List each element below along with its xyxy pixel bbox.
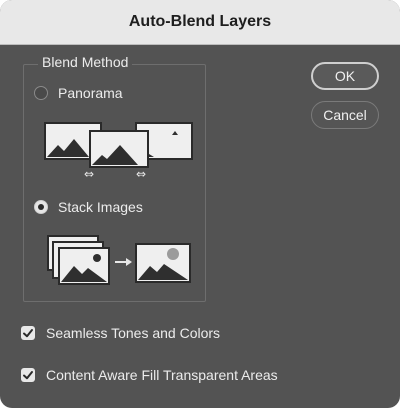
- stack-images-radio-button[interactable]: [34, 200, 48, 214]
- content-aware-fill-label: Content Aware Fill Transparent Areas: [46, 367, 278, 383]
- dialog-titlebar[interactable]: Auto-Blend Layers: [0, 0, 400, 45]
- content-aware-fill-option[interactable]: Content Aware Fill Transparent Areas: [21, 367, 278, 383]
- horizontal-arrow-icon: ⇔: [136, 167, 146, 181]
- seamless-tones-option[interactable]: Seamless Tones and Colors: [21, 325, 220, 341]
- checkmark-icon: [23, 371, 33, 380]
- panorama-label: Panorama: [58, 85, 123, 101]
- stack-images-radio-option[interactable]: Stack Images: [34, 199, 143, 215]
- ok-button[interactable]: OK: [311, 62, 379, 90]
- panorama-radio-option[interactable]: Panorama: [34, 85, 123, 101]
- horizontal-arrow-icon: ⇔: [84, 167, 94, 181]
- stack-images-illustration: [47, 235, 191, 285]
- cancel-button[interactable]: Cancel: [311, 101, 379, 129]
- dialog-title: Auto-Blend Layers: [128, 13, 272, 30]
- seamless-tones-label: Seamless Tones and Colors: [46, 325, 221, 341]
- content-aware-fill-checkbox[interactable]: [21, 368, 35, 382]
- checkmark-icon: [23, 329, 33, 338]
- stack-images-label: Stack Images: [58, 199, 143, 215]
- seamless-tones-checkbox[interactable]: [21, 326, 35, 340]
- blend-method-legend: Blend Method: [38, 54, 133, 70]
- panorama-radio-button[interactable]: [34, 86, 48, 100]
- panorama-illustration: ⇔ ⇔: [44, 122, 193, 181]
- auto-blend-layers-dialog: Auto-Blend Layers Blend Method Panorama …: [0, 0, 400, 408]
